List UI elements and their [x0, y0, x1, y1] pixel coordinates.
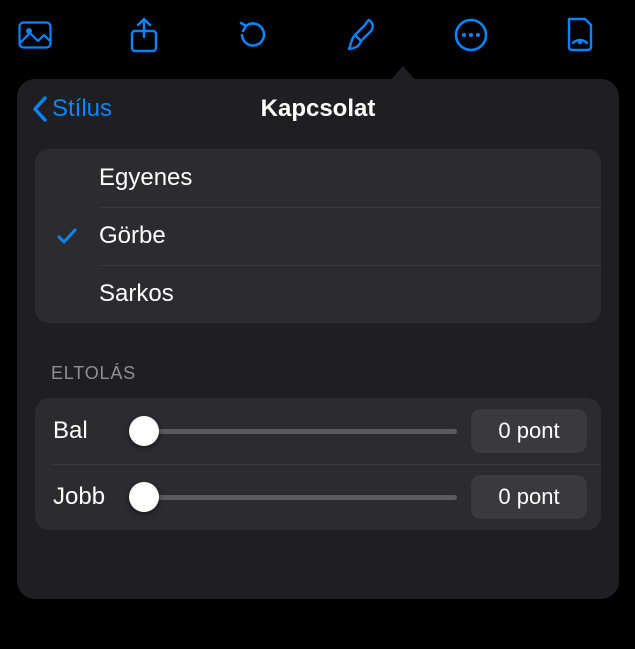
checkmark-icon	[35, 224, 99, 248]
offset-right-row: Jobb 0 pont	[35, 464, 601, 530]
slider-track	[133, 429, 457, 434]
more-button[interactable]	[443, 7, 499, 63]
offset-right-slider[interactable]	[133, 482, 457, 512]
app-toolbar	[0, 0, 635, 70]
connection-type-straight[interactable]: Egyenes	[35, 149, 601, 207]
connection-type-label: Görbe	[99, 222, 166, 250]
share-button[interactable]	[116, 7, 172, 63]
popover-header: Stílus Kapcsolat	[17, 79, 619, 139]
connection-style-popover: Stílus Kapcsolat Egyenes Görbe Sarkos EL…	[17, 79, 619, 599]
slider-thumb[interactable]	[129, 416, 159, 446]
offset-right-label: Jobb	[53, 483, 119, 511]
popover-arrow	[389, 66, 417, 82]
connection-type-list: Egyenes Görbe Sarkos	[35, 149, 601, 323]
offset-left-value-button[interactable]: 0 pont	[471, 409, 587, 453]
offset-left-slider[interactable]	[133, 416, 457, 446]
connection-type-corner[interactable]: Sarkos	[35, 265, 601, 323]
slider-track	[133, 495, 457, 500]
chevron-left-icon	[31, 95, 48, 123]
offset-right-value: 0 pont	[498, 484, 559, 510]
offset-slider-group: Bal 0 pont Jobb 0 pont	[35, 398, 601, 530]
connection-type-curved[interactable]: Görbe	[35, 207, 601, 265]
offset-left-label: Bal	[53, 417, 119, 445]
offset-section-header: ELTOLÁS	[51, 363, 585, 384]
format-paintbrush-button[interactable]	[334, 7, 390, 63]
connection-type-label: Sarkos	[99, 280, 174, 308]
back-button[interactable]: Stílus	[31, 79, 112, 139]
back-label: Stílus	[52, 95, 112, 123]
offset-left-value: 0 pont	[498, 418, 559, 444]
offset-left-row: Bal 0 pont	[35, 398, 601, 464]
insert-photo-button[interactable]	[7, 7, 63, 63]
connection-type-label: Egyenes	[99, 164, 192, 192]
undo-button[interactable]	[225, 7, 281, 63]
slider-thumb[interactable]	[129, 482, 159, 512]
document-view-button[interactable]	[552, 7, 608, 63]
popover-title: Kapcsolat	[261, 95, 376, 123]
offset-right-value-button[interactable]: 0 pont	[471, 475, 587, 519]
